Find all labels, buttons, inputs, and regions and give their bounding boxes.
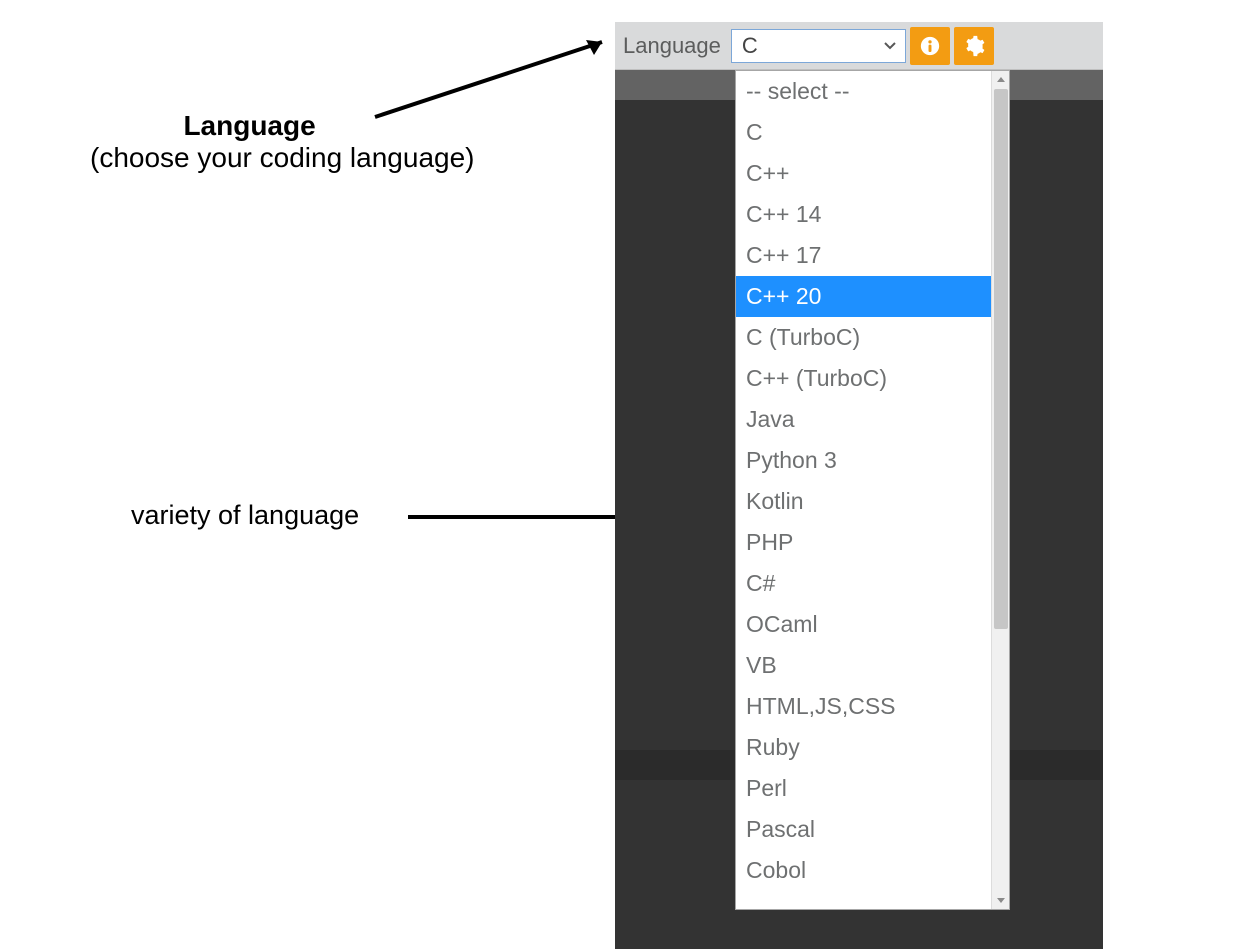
annotation-language-label: ______Language (choose your coding langu… bbox=[90, 110, 474, 174]
language-option[interactable]: Pascal bbox=[736, 809, 991, 850]
language-option[interactable]: Python 3 bbox=[736, 440, 991, 481]
language-option[interactable]: VB bbox=[736, 645, 991, 686]
language-option[interactable]: C++ (TurboC) bbox=[736, 358, 991, 399]
language-option[interactable]: PHP bbox=[736, 522, 991, 563]
language-option[interactable]: HTML,JS,CSS bbox=[736, 686, 991, 727]
language-option[interactable]: Kotlin bbox=[736, 481, 991, 522]
language-option[interactable]: Java bbox=[736, 399, 991, 440]
scrollbar[interactable] bbox=[991, 71, 1009, 909]
language-option[interactable]: C++ 17 bbox=[736, 235, 991, 276]
language-option[interactable]: Cobol bbox=[736, 850, 991, 891]
info-button[interactable] bbox=[910, 27, 950, 65]
language-label: Language bbox=[621, 33, 727, 59]
toolbar: Language C bbox=[615, 22, 1103, 70]
editor-panel: Language C bbox=[615, 22, 1103, 949]
language-option[interactable]: C# bbox=[736, 563, 991, 604]
language-option[interactable]: Ruby bbox=[736, 727, 991, 768]
settings-button[interactable] bbox=[954, 27, 994, 65]
scrollbar-thumb[interactable] bbox=[994, 89, 1008, 629]
scroll-up-icon[interactable] bbox=[992, 71, 1009, 89]
language-select[interactable]: C bbox=[731, 29, 906, 63]
scroll-down-icon[interactable] bbox=[992, 891, 1009, 909]
language-option[interactable]: C++ bbox=[736, 153, 991, 194]
annotation-language-sub: (choose your coding language) bbox=[90, 142, 474, 173]
language-option[interactable]: C (TurboC) bbox=[736, 317, 991, 358]
language-option[interactable]: C++ 20 bbox=[736, 276, 991, 317]
language-select-value: C bbox=[742, 33, 758, 59]
language-option[interactable]: OCaml bbox=[736, 604, 991, 645]
language-option[interactable]: C++ 14 bbox=[736, 194, 991, 235]
language-dropdown[interactable]: -- select --CC++C++ 14C++ 17C++ 20C (Tur… bbox=[735, 70, 1010, 910]
info-icon bbox=[919, 35, 941, 57]
language-option[interactable]: C bbox=[736, 112, 991, 153]
language-option[interactable]: Perl bbox=[736, 768, 991, 809]
language-option[interactable]: -- select -- bbox=[736, 71, 991, 112]
annotation-language-bold: Language bbox=[183, 110, 315, 141]
chevron-down-icon bbox=[883, 39, 897, 53]
annotation-variety: variety of language bbox=[131, 500, 359, 531]
gear-icon bbox=[963, 35, 985, 57]
